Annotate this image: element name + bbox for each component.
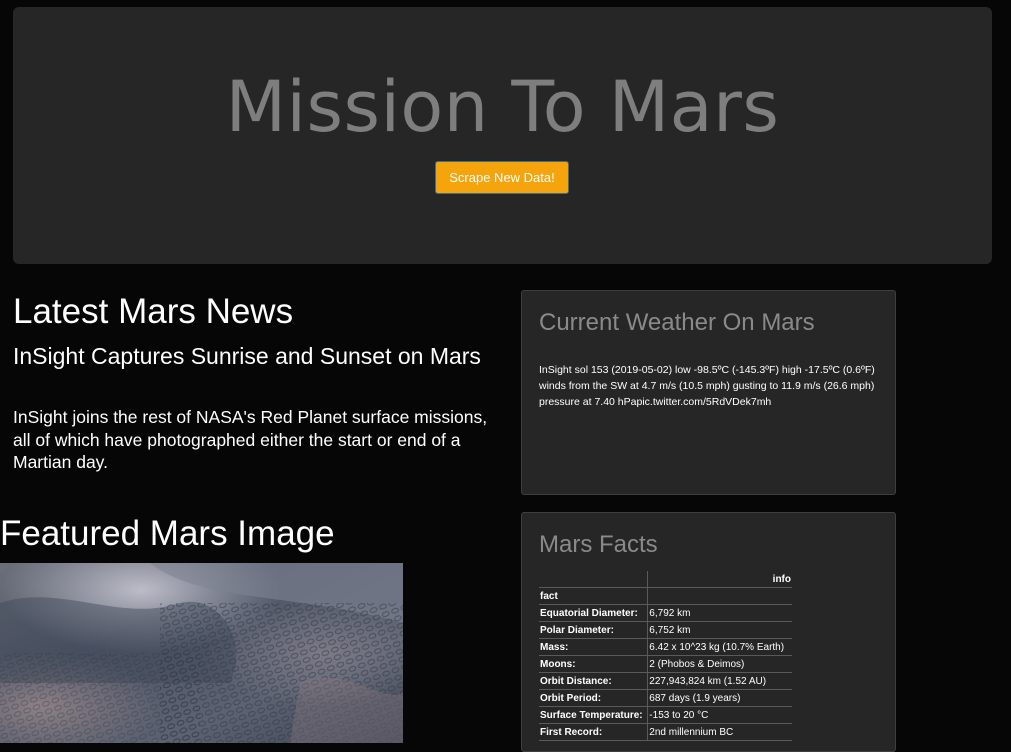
fact-value: 2 (Phobos & Deimos) <box>647 655 792 673</box>
facts-column-header: info <box>647 571 792 588</box>
fact-label: Surface Temperature: <box>539 706 649 724</box>
news-paragraph: InSight joins the rest of NASA's Red Pla… <box>13 407 488 472</box>
fact-label: Mass: <box>539 638 649 656</box>
table-row: First Record: 2nd millennium BC <box>539 723 792 741</box>
table-row: Equatorial Diameter: 6,792 km <box>539 604 792 622</box>
facts-table: info fact Equatorial Diameter: 6,792 km Po… <box>539 571 792 741</box>
weather-heading: Current Weather On Mars <box>539 309 815 336</box>
fact-value: 6,752 km <box>647 621 792 639</box>
facts-index-header-row: fact <box>539 587 792 605</box>
table-row: Moons: 2 (Phobos & Deimos) <box>539 655 792 673</box>
table-row: Orbit Distance: 227,943,824 km (1.52 AU) <box>539 672 792 690</box>
weather-text: InSight sol 153 (2019-05-02) low -98.5ºC… <box>539 364 875 408</box>
table-row: Polar Diameter: 6,752 km <box>539 621 792 639</box>
featured-mars-image[interactable] <box>0 563 403 743</box>
fact-value: 6,792 km <box>647 604 792 622</box>
news-heading: Latest Mars News <box>13 292 294 331</box>
fact-value: 2nd millennium BC <box>647 723 792 741</box>
jumbotron-header: Mission To Mars Scrape New Data! <box>13 7 992 264</box>
fact-label: Moons: <box>539 655 649 673</box>
scrape-new-data-button[interactable]: Scrape New Data! <box>435 161 569 194</box>
fact-value: 687 days (1.9 years) <box>647 689 792 707</box>
fact-value: 227,943,824 km (1.52 AU) <box>647 672 792 690</box>
weather-panel: Current Weather On Mars InSight sol 153 … <box>521 290 896 495</box>
table-row: Mass: 6.42 x 10^23 kg (10.7% Earth) <box>539 638 792 656</box>
fact-label: Orbit Period: <box>539 689 649 707</box>
featured-image-heading: Featured Mars Image <box>0 514 335 553</box>
news-title: InSight Captures Sunrise and Sunset on M… <box>13 343 481 369</box>
page-title: Mission To Mars <box>225 66 780 148</box>
fact-label: Orbit Distance: <box>539 672 649 690</box>
table-row: Surface Temperature: -153 to 20 °C <box>539 706 792 724</box>
facts-index-header-empty <box>647 587 792 605</box>
fact-value: 6.42 x 10^23 kg (10.7% Earth) <box>647 638 792 656</box>
facts-index-header: fact <box>539 587 649 605</box>
fact-value: -153 to 20 °C <box>647 706 792 724</box>
facts-column-header-row: info <box>539 571 792 588</box>
fact-label: First Record: <box>539 723 649 741</box>
fact-label: Polar Diameter: <box>539 621 649 639</box>
facts-corner-cell <box>539 571 649 588</box>
facts-panel: Mars Facts info fact Equatorial Diameter… <box>521 512 896 752</box>
table-row: Orbit Period: 687 days (1.9 years) <box>539 689 792 707</box>
facts-heading: Mars Facts <box>539 531 658 558</box>
fact-label: Equatorial Diameter: <box>539 604 649 622</box>
